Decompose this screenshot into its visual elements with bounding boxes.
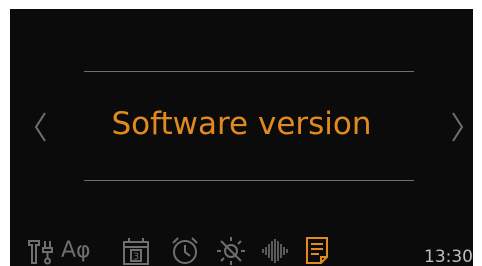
bottom-toolbar: Αφ 3 (10, 235, 473, 266)
divider-bottom (84, 180, 414, 181)
divider-top (84, 71, 414, 72)
calendar-icon[interactable]: 3 (121, 235, 151, 266)
alarm-clock-icon[interactable] (170, 235, 200, 266)
display-screen: Software version Αφ 3 13:30 (10, 9, 473, 266)
brightness-icon[interactable] (215, 235, 247, 266)
document-icon[interactable] (303, 235, 331, 266)
menu-title[interactable]: Software version (10, 102, 473, 146)
language-icon[interactable]: Αφ (61, 235, 99, 266)
tools-icon[interactable] (26, 235, 54, 266)
volume-icon[interactable] (260, 235, 290, 266)
clock-time: 13:30 (424, 247, 473, 266)
chevron-right-icon[interactable] (444, 107, 468, 147)
calendar-day-label: 3 (133, 252, 139, 263)
